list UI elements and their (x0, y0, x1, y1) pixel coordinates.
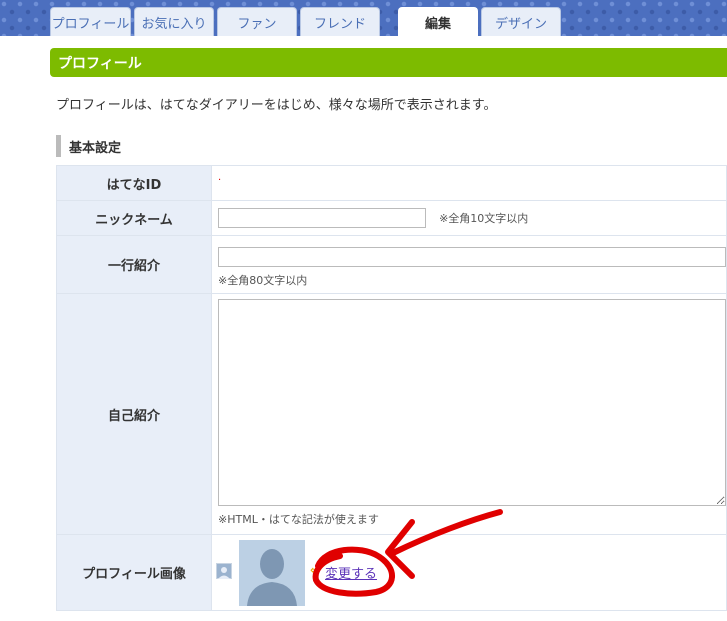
oneliner-label: 一行紹介 (56, 235, 212, 294)
tab-label: お気に入り (141, 16, 207, 32)
hatena-id-value: · (218, 174, 222, 186)
profile-image-cell: ⇐ 変更する (211, 534, 727, 611)
tab-fans[interactable]: ファン (217, 7, 297, 36)
tab-label: デザイン (494, 16, 547, 32)
row-hatena-id: はてなID · (56, 165, 727, 201)
hatena-id-cell: · (211, 165, 727, 201)
avatar-image (239, 540, 305, 606)
section-header: プロフィール (50, 48, 727, 77)
row-profile-image: プロフィール画像 ⇐ 変更する (56, 534, 727, 611)
tab-design[interactable]: デザイン (481, 7, 561, 36)
subsection-title-text: 基本設定 (69, 140, 122, 156)
change-image-link[interactable]: 変更する (325, 563, 377, 582)
person-silhouette-icon (239, 540, 305, 606)
subsection-title: 基本設定 (56, 135, 121, 157)
tab-profile[interactable]: プロフィール (50, 7, 131, 36)
tab-label: ファン (237, 16, 277, 32)
oneliner-input[interactable] (218, 246, 726, 267)
bio-label: 自己紹介 (56, 293, 212, 535)
arrow-icon: ⇐ (310, 563, 321, 577)
row-bio: 自己紹介 ※HTML・はてな記法が使えます (56, 293, 727, 535)
avatar-small-silhouette (218, 567, 230, 579)
section-title: プロフィール (58, 55, 142, 72)
nickname-input[interactable] (218, 208, 426, 229)
tab-favorites[interactable]: お気に入り (134, 7, 214, 36)
profile-image-label: プロフィール画像 (56, 534, 212, 611)
profile-form-table: はてなID · ニックネーム ※全角10文字以内 一行紹介 ※全角80文字以内 … (56, 165, 727, 611)
bio-textarea[interactable] (218, 299, 726, 506)
nickname-cell: ※全角10文字以内 (211, 200, 727, 236)
oneliner-hint: ※全角80文字以内 (218, 273, 308, 287)
nickname-hint: ※全角10文字以内 (439, 212, 529, 226)
bio-cell: ※HTML・はてな記法が使えます (211, 293, 727, 535)
tab-label: プロフィール (51, 16, 130, 32)
oneliner-cell: ※全角80文字以内 (211, 235, 727, 294)
intro-text: プロフィールは、はてなダイアリーをはじめ、様々な場所で表示されます。 (56, 98, 497, 113)
row-oneliner: 一行紹介 ※全角80文字以内 (56, 235, 727, 294)
bio-hint: ※HTML・はてな記法が使えます (218, 513, 379, 526)
nickname-label: ニックネーム (56, 200, 212, 236)
tab-friends[interactable]: フレンド (300, 7, 380, 36)
hatena-id-label: はてなID (56, 165, 212, 201)
avatar-small-icon (216, 563, 232, 579)
row-nickname: ニックネーム ※全角10文字以内 (56, 200, 727, 236)
tab-edit[interactable]: 編集 (398, 7, 478, 36)
tab-label: 編集 (424, 16, 451, 32)
tab-label: フレンド (313, 16, 366, 32)
